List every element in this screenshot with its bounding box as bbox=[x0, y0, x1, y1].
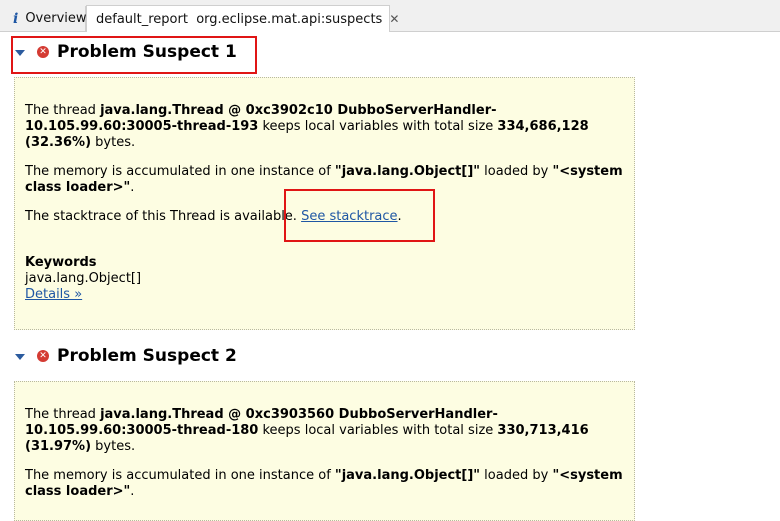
text: bytes. bbox=[91, 439, 136, 454]
collapse-toggle-icon[interactable] bbox=[15, 354, 25, 360]
text: . bbox=[130, 180, 135, 195]
tab-report-label: default_report org.eclipse.mat.api:suspe… bbox=[96, 11, 383, 27]
text: The memory is accumulated in one instanc… bbox=[25, 164, 335, 179]
editor-tab-bar: i Overview default_report org.eclipse.ma… bbox=[0, 0, 780, 32]
details-link[interactable]: Details » bbox=[25, 287, 82, 303]
tab-default-report[interactable]: default_report org.eclipse.mat.api:suspe… bbox=[86, 5, 399, 32]
keywords-heading: Keywords bbox=[25, 255, 97, 270]
info-icon: i bbox=[13, 10, 19, 27]
text: The memory is accumulated in one instanc… bbox=[25, 468, 335, 483]
text: The thread bbox=[25, 407, 101, 422]
keywords-value: java.lang.Object[] bbox=[25, 271, 142, 286]
retained-size: 334,686,128 bbox=[497, 119, 589, 134]
suspect-2-memory-info: The memory is accumulated in one instanc… bbox=[25, 468, 624, 500]
tab-overview[interactable]: i Overview bbox=[0, 6, 87, 31]
text: keeps local variables with total size bbox=[258, 119, 498, 134]
error-icon: ✕ bbox=[37, 350, 49, 362]
tab-overview-label: Overview bbox=[25, 11, 87, 26]
suspect-2-description: The thread java.lang.Thread @ 0xc3903560… bbox=[25, 407, 624, 455]
suspect-2-panel: The thread java.lang.Thread @ 0xc3903560… bbox=[14, 381, 635, 521]
suspect-2-header[interactable]: ✕ Problem Suspect 2 bbox=[15, 346, 237, 366]
text: The stacktrace of this Thread is availab… bbox=[25, 209, 302, 224]
retained-percent: (31.97%) bbox=[25, 439, 92, 454]
retained-percent: (32.36%) bbox=[25, 135, 92, 150]
text: keeps local variables with total size bbox=[258, 423, 498, 438]
text: bytes. bbox=[91, 135, 136, 150]
highlight-box-title bbox=[11, 36, 257, 74]
class-name: "java.lang.Object[]" bbox=[334, 468, 481, 483]
suspect-1-description: The thread java.lang.Thread @ 0xc3902c10… bbox=[25, 103, 624, 151]
class-name: "java.lang.Object[]" bbox=[334, 164, 481, 179]
close-icon[interactable]: ✕ bbox=[389, 12, 399, 26]
suspect-2-title: Problem Suspect 2 bbox=[57, 346, 237, 366]
text: The thread bbox=[25, 103, 101, 118]
text: loaded by bbox=[480, 164, 553, 179]
highlight-box-stacktrace bbox=[284, 189, 435, 242]
retained-size: 330,713,416 bbox=[497, 423, 589, 438]
text: loaded by bbox=[480, 468, 553, 483]
text: . bbox=[130, 484, 135, 499]
